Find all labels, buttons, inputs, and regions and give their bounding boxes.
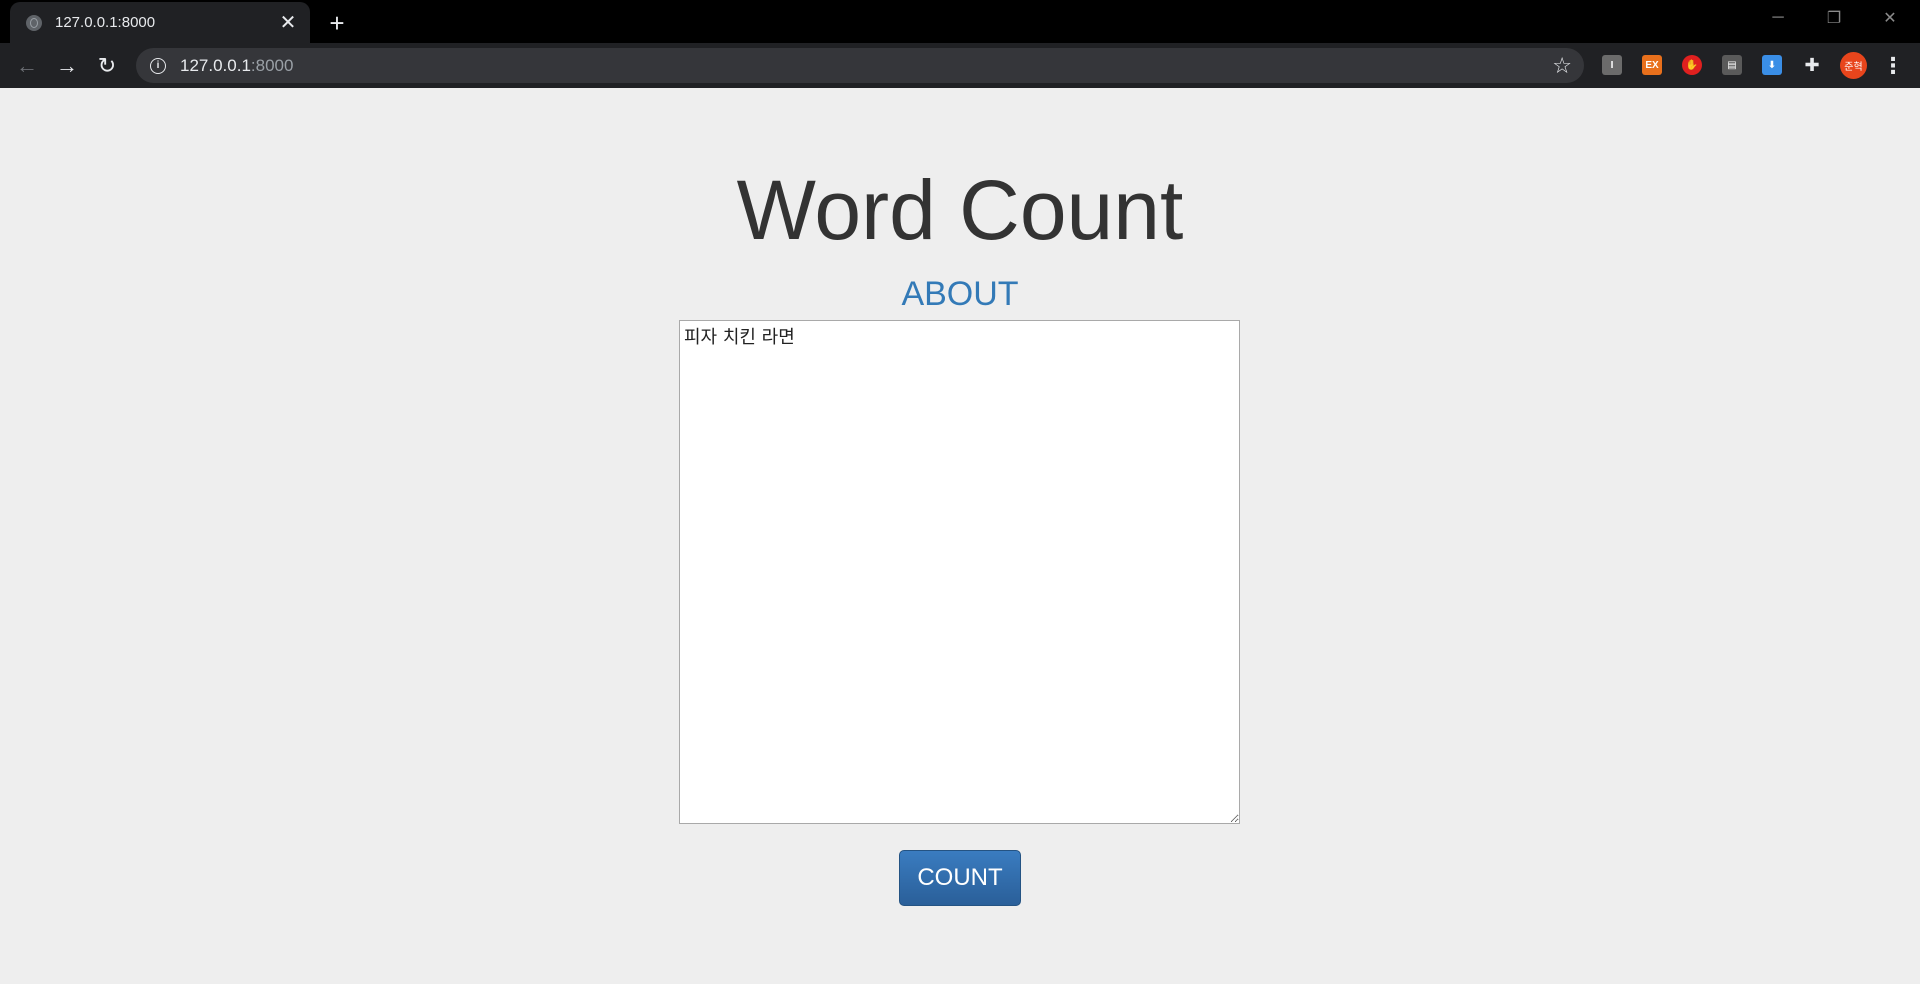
browser-toolbar: ← → ↻ i 127.0.0.1:8000 ☆ I EX ✋ ▤ ⬇ ✚ 준혁… (0, 43, 1920, 88)
globe-icon (26, 14, 42, 31)
forward-icon[interactable]: → (51, 50, 83, 82)
text-input[interactable]: 피자 치킨 라면 (679, 320, 1240, 824)
new-tab-button[interactable]: + (322, 8, 352, 38)
url-port: :8000 (250, 55, 294, 75)
page-title: Word Count (736, 163, 1184, 257)
download-extension-icon[interactable]: ⬇ (1762, 55, 1782, 75)
bookmark-star-icon[interactable]: ☆ (1552, 53, 1572, 79)
minimize-icon[interactable]: ─ (1750, 0, 1806, 36)
kebab-menu-icon[interactable]: ⋮ (1882, 52, 1904, 80)
reload-icon[interactable]: ↻ (91, 50, 123, 82)
back-icon[interactable]: ← (11, 50, 43, 82)
close-window-icon[interactable]: ✕ (1862, 0, 1918, 36)
browser-titlebar: 127.0.0.1:8000 ✕ + ─ ❐ ✕ (0, 0, 1920, 43)
info-icon[interactable]: i (150, 57, 166, 74)
tab-title: 127.0.0.1:8000 (55, 14, 156, 31)
url-host: 127.0.0.1 (180, 55, 251, 75)
adblock-extension-icon[interactable]: ✋ (1682, 55, 1702, 75)
i-extension-icon[interactable]: I (1602, 55, 1622, 75)
page-bottom-strip (0, 984, 1920, 1002)
about-link-row: ABOUT (0, 277, 1920, 311)
count-button[interactable]: COUNT (899, 850, 1021, 906)
puzzle-extensions-icon[interactable]: ✚ (1802, 55, 1822, 75)
printer-extension-icon[interactable]: ▤ (1722, 55, 1742, 75)
profile-avatar[interactable]: 준혁 (1840, 52, 1867, 79)
about-link[interactable]: ABOUT (901, 275, 1018, 313)
restore-icon[interactable]: ❐ (1806, 0, 1862, 36)
close-tab-icon[interactable]: ✕ (276, 11, 300, 35)
browser-tab[interactable]: 127.0.0.1:8000 ✕ (10, 2, 310, 43)
address-bar[interactable]: i 127.0.0.1:8000 ☆ (136, 48, 1584, 83)
page-body: Word Count ABOUT 피자 치킨 라면 COUNT (0, 88, 1920, 984)
ex-extension-icon[interactable]: EX (1642, 55, 1662, 75)
